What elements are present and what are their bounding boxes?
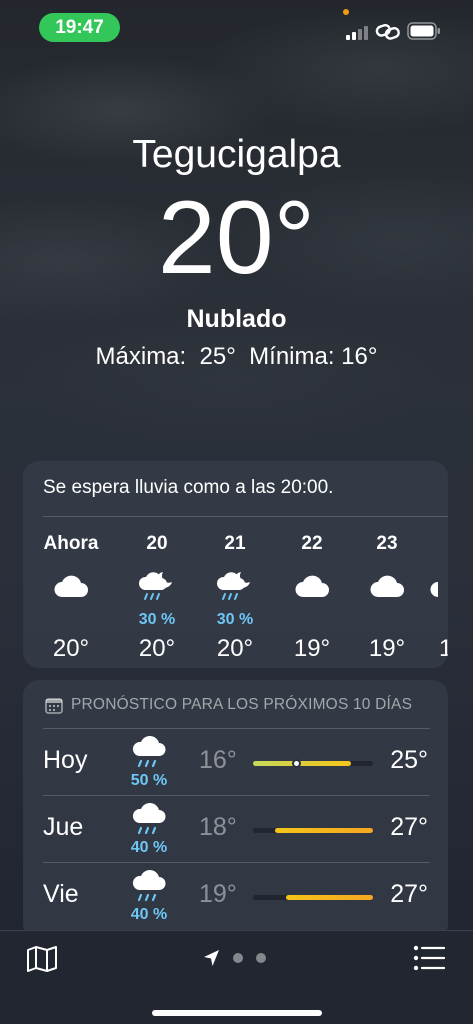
precip-chance: 30 % [216, 611, 254, 628]
low-temperature: 18° [199, 813, 237, 841]
divider [43, 862, 430, 863]
hour-label [429, 533, 448, 557]
precip-chance: 30 % [138, 611, 176, 628]
hour-item: 22 19° [274, 533, 350, 663]
day-row[interactable]: Jue 40 % 18° 27° [23, 795, 448, 861]
calendar-icon [45, 697, 63, 714]
cloud-moon-rain-icon [119, 561, 195, 611]
daily-forecast-title: PRONÓSTICO PARA LOS PRÓXIMOS 10 DÍAS [71, 696, 413, 713]
hour-temperature: 20° [138, 635, 176, 662]
current-temperature-marker [292, 759, 302, 768]
map-icon[interactable] [26, 945, 58, 973]
precip-chance: 40 % [130, 839, 168, 856]
precip-chance [349, 611, 425, 631]
high-temperature: 25° [390, 746, 428, 774]
divider [43, 728, 430, 729]
temperature-range-fill [253, 761, 352, 766]
hour-label: Ahora [43, 533, 99, 554]
divider [43, 795, 430, 796]
cloud-moon-rain-icon [197, 561, 273, 611]
bottom-toolbar [0, 930, 473, 1024]
low-temperature: 19° [199, 880, 237, 908]
cloud-rain-icon [128, 870, 170, 906]
link-icon [375, 23, 400, 40]
current-temperature: 20° [157, 180, 316, 296]
precip-chance [274, 611, 350, 631]
page-indicator-dot[interactable] [256, 953, 266, 963]
status-time[interactable]: 19:47 [39, 13, 120, 42]
precip-chance: 50 % [130, 772, 168, 789]
day-row[interactable]: Vie 40 % 19° 27° [23, 862, 448, 928]
cloud-icon [274, 561, 350, 611]
temperature-range-fill [274, 828, 373, 833]
hour-label: 22 [301, 533, 323, 554]
privacy-indicator-dot [343, 9, 349, 15]
cloud-rain-icon [128, 803, 170, 839]
precip-chance [33, 611, 109, 631]
hour-item: Ahora 20° [33, 533, 109, 663]
hour-label: 23 [376, 533, 398, 554]
temperature-range-bar [253, 759, 373, 768]
temperature-range-bar [253, 895, 373, 900]
day-row[interactable]: Hoy 50 % 16° 25° [23, 728, 448, 794]
high-low-temperatures: Máxima: 25° Mínima: 16° [95, 343, 378, 370]
signal-icon [346, 24, 370, 40]
forecast-summary: Se espera lluvia como a las 20:00. [43, 477, 334, 498]
high-temperature: 27° [390, 813, 428, 841]
hour-item: 21 30 % 20° [197, 533, 273, 663]
precip-chance: 40 % [130, 906, 168, 923]
high-temperature: 27° [390, 880, 428, 908]
daily-forecast-card[interactable]: PRONÓSTICO PARA LOS PRÓXIMOS 10 DÍAS Hoy… [23, 680, 448, 940]
day-name: Hoy [43, 746, 88, 774]
battery-icon [407, 22, 440, 40]
hour-item: 23 19° [349, 533, 425, 663]
temperature-range-fill [285, 895, 373, 900]
daily-forecast-header: PRONÓSTICO PARA LOS PRÓXIMOS 10 DÍAS [45, 696, 412, 714]
temperature-range-bar [253, 828, 373, 833]
hour-temperature: 1 [439, 635, 448, 662]
hour-label: 21 [224, 533, 246, 554]
day-name: Vie [43, 880, 79, 908]
divider [43, 516, 448, 517]
cloud-icon [349, 561, 425, 611]
location-arrow-icon[interactable] [203, 949, 221, 967]
hour-temperature: 19° [293, 635, 331, 662]
weather-condition: Nublado [186, 305, 287, 333]
day-name: Jue [43, 813, 84, 841]
precip-chance [429, 611, 448, 631]
hour-item: 20 30 % 20° [119, 533, 195, 663]
hour-temperature: 20° [52, 635, 90, 662]
cloud-rain-icon [128, 736, 170, 772]
cloud-icon [33, 561, 109, 611]
home-indicator[interactable] [152, 1010, 322, 1016]
hour-label: 20 [146, 533, 168, 554]
hourly-forecast-card[interactable]: Se espera lluvia como a las 20:00. Ahora… [23, 461, 448, 668]
hour-temperature: 20° [216, 635, 254, 662]
page-indicator-dot[interactable] [233, 953, 243, 963]
city-name: Tegucigalpa [132, 133, 341, 176]
hour-temperature: 19° [368, 635, 406, 662]
hour-item-partial: 1 [429, 533, 448, 663]
cloud-icon [429, 561, 448, 611]
list-icon[interactable] [413, 945, 445, 971]
low-temperature: 16° [199, 746, 237, 774]
